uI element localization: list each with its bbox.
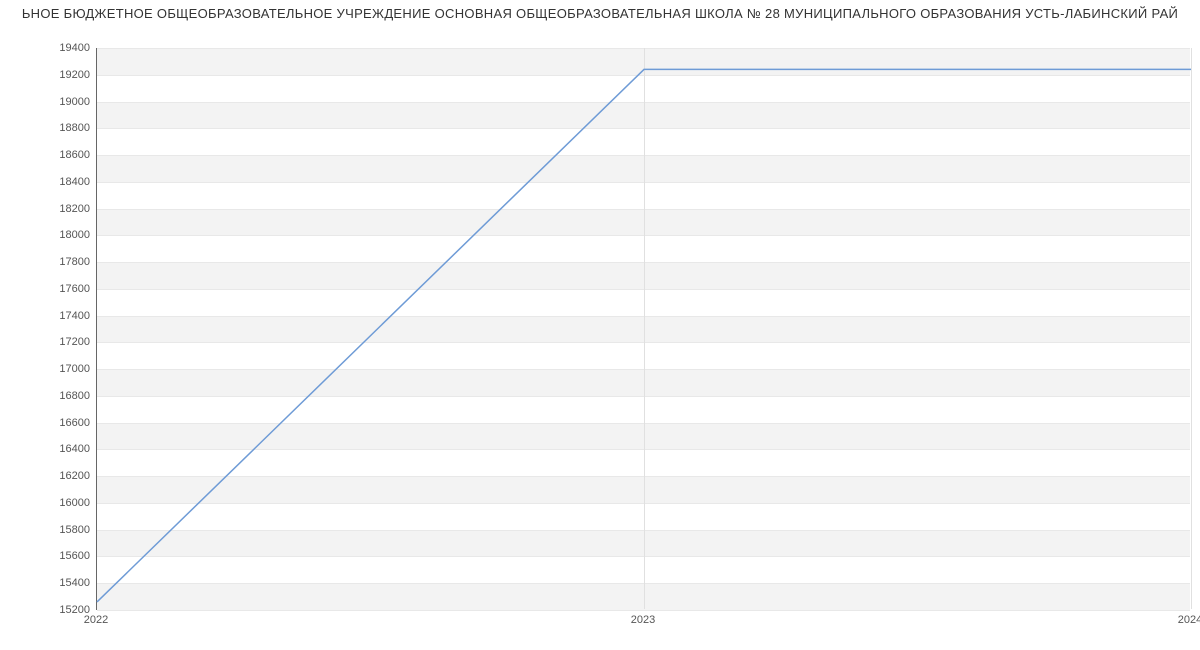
grid-line-h bbox=[97, 610, 1190, 611]
y-tick-label: 18200 bbox=[10, 203, 90, 215]
series-1 bbox=[97, 69, 1191, 602]
y-tick-label: 15600 bbox=[10, 550, 90, 562]
y-tick-label: 16000 bbox=[10, 497, 90, 509]
y-tick-label: 15800 bbox=[10, 524, 90, 536]
y-tick-label: 16600 bbox=[10, 417, 90, 429]
y-tick-label: 18000 bbox=[10, 229, 90, 241]
y-tick-label: 17600 bbox=[10, 283, 90, 295]
y-tick-label: 18600 bbox=[10, 149, 90, 161]
y-tick-label: 19400 bbox=[10, 42, 90, 54]
y-tick-label: 17200 bbox=[10, 336, 90, 348]
series-line-layer bbox=[97, 48, 1190, 609]
y-tick-label: 15200 bbox=[10, 604, 90, 616]
x-tick-label: 2023 bbox=[631, 614, 655, 626]
y-tick-label: 18400 bbox=[10, 176, 90, 188]
y-tick-label: 16400 bbox=[10, 443, 90, 455]
y-tick-label: 17400 bbox=[10, 310, 90, 322]
y-tick-label: 16800 bbox=[10, 390, 90, 402]
y-tick-label: 17800 bbox=[10, 256, 90, 268]
x-tick-label: 2022 bbox=[84, 614, 108, 626]
grid-line-v bbox=[1191, 48, 1192, 609]
chart-container: ЬНОЕ БЮДЖЕТНОЕ ОБЩЕОБРАЗОВАТЕЛЬНОЕ УЧРЕЖ… bbox=[0, 0, 1200, 650]
plot-area bbox=[96, 48, 1190, 610]
y-tick-label: 18800 bbox=[10, 122, 90, 134]
y-tick-label: 19000 bbox=[10, 96, 90, 108]
y-tick-label: 16200 bbox=[10, 470, 90, 482]
y-tick-label: 15400 bbox=[10, 577, 90, 589]
y-tick-label: 17000 bbox=[10, 363, 90, 375]
y-tick-label: 19200 bbox=[10, 69, 90, 81]
chart-title: ЬНОЕ БЮДЖЕТНОЕ ОБЩЕОБРАЗОВАТЕЛЬНОЕ УЧРЕЖ… bbox=[0, 6, 1200, 21]
x-tick-label: 2024 bbox=[1178, 614, 1200, 626]
